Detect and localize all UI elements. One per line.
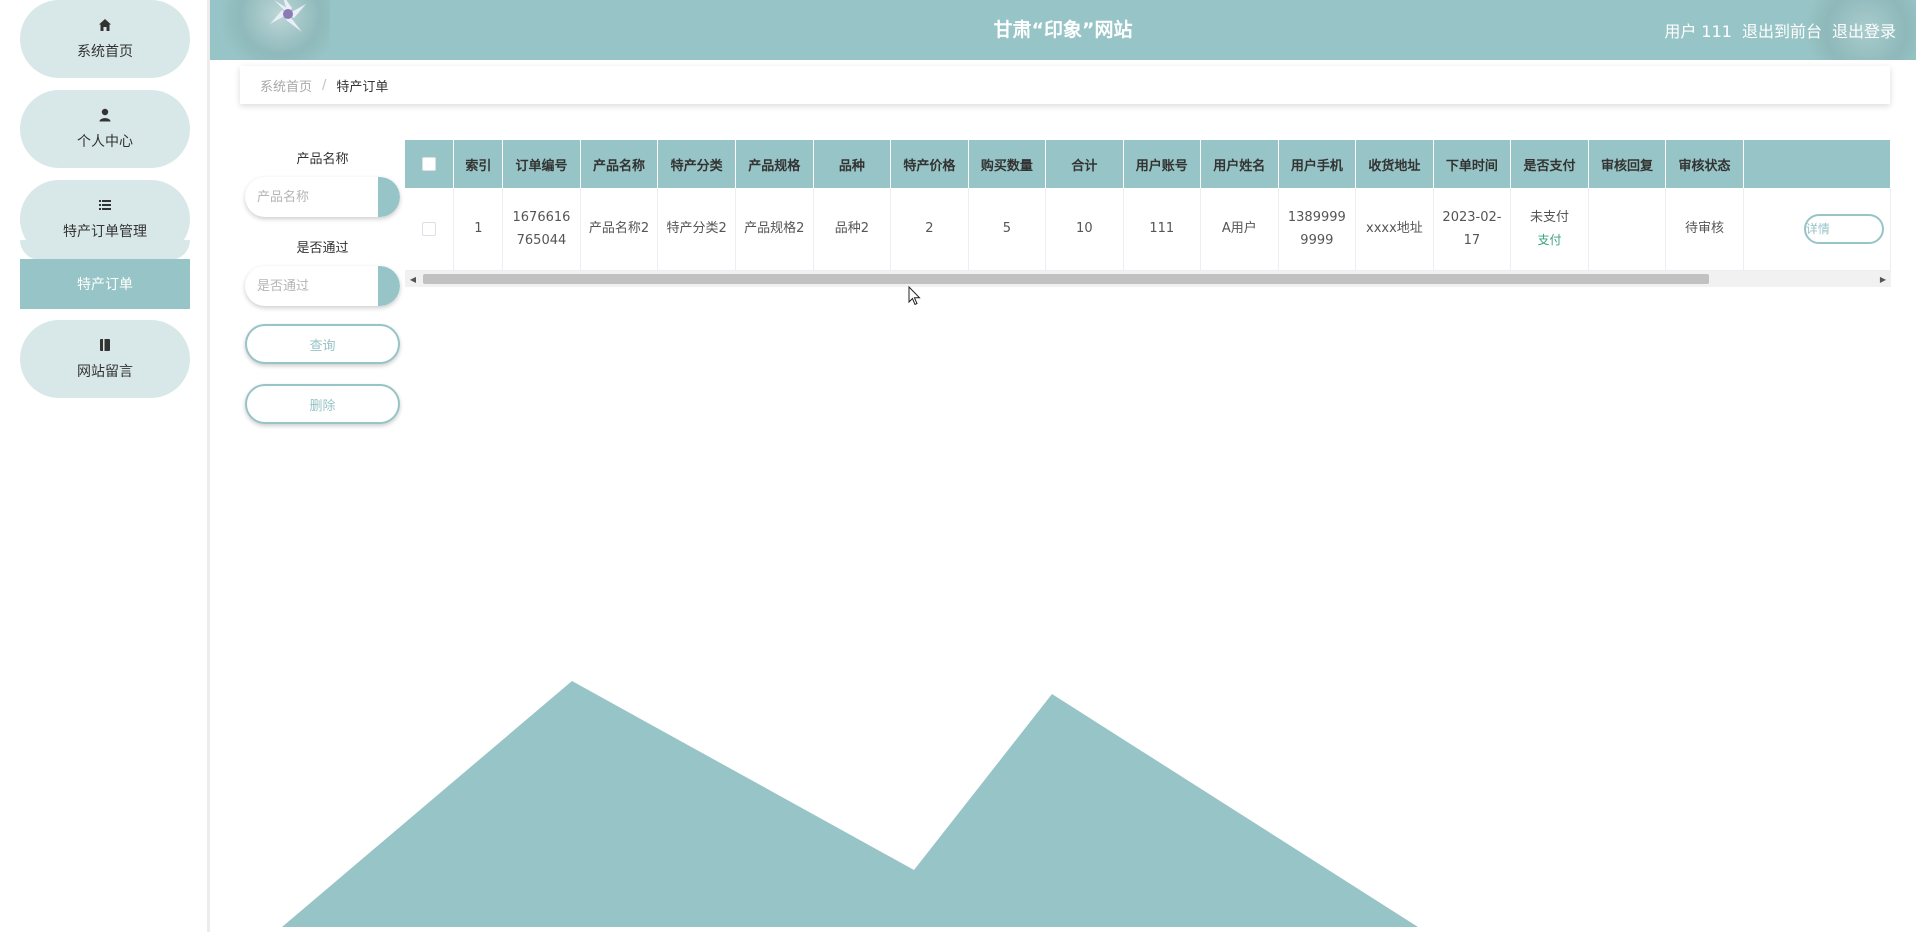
select-all-checkbox[interactable] [422,157,437,171]
column-header: 用户手机 [1278,140,1357,188]
sidebar-subitem-special-orders[interactable]: 特产订单 [20,259,190,309]
cell-review-status: 待审核 [1665,188,1744,271]
actions-header [1743,140,1891,188]
column-header: 订单编号 [502,140,581,188]
cell-total: 10 [1045,188,1124,271]
pass-status-field [245,266,400,306]
site-title: 甘肃“印象”网站 [993,19,1133,41]
sidebar-item-messages[interactable]: 网站留言 [20,320,190,398]
cell-account: 111 [1123,188,1202,271]
column-header: 产品规格 [735,140,814,188]
cell-variety: 品种2 [813,188,892,271]
sidebar-item-label: 系统首页 [77,44,133,60]
cell-phone: 13899999999 [1278,188,1357,271]
home-icon [97,17,113,33]
column-header: 索引 [453,140,504,188]
cell-price: 2 [890,188,969,271]
user-label: 用户 111 [1664,22,1732,41]
sidebar-item-order-management[interactable]: 特产订单管理 [20,180,190,258]
select-all-header [405,140,455,188]
scroll-left-arrow-icon[interactable]: ◀ [405,271,421,287]
cell-user-name: A用户 [1200,188,1279,271]
cell-product-name: 产品名称2 [580,188,659,271]
cell-category: 特产分类2 [657,188,736,271]
column-header: 审核回复 [1588,140,1667,188]
product-name-input[interactable] [245,177,375,217]
query-button[interactable]: 查询 [245,324,400,364]
input-accent-tail [378,177,400,217]
cell-order-time: 2023-02-17 [1433,188,1512,271]
cell-address: xxxx地址 [1355,188,1434,271]
top-header: 甘肃“印象”网站 用户 111 退出到前台 退出登录 [210,0,1916,60]
row-select-cell [405,188,455,271]
column-header: 下单时间 [1433,140,1512,188]
column-header: 购买数量 [968,140,1047,188]
cell-paid: 未支付 支付 [1510,188,1589,271]
mouse-cursor-icon [908,286,921,306]
column-header: 合计 [1045,140,1124,188]
scrollbar-thumb[interactable] [423,274,1709,284]
column-header: 用户姓名 [1200,140,1279,188]
column-header: 审核状态 [1665,140,1744,188]
breadcrumb-separator: / [322,77,327,93]
breadcrumb-current: 特产订单 [336,79,389,95]
product-name-field [245,177,400,217]
breadcrumb: 系统首页 / 特产订单 [240,66,1890,104]
table-header-row: 索引 订单编号 产品名称 特产分类 产品规格 品种 特产价格 购买数量 合计 用… [405,140,1891,188]
list-icon [97,197,113,213]
sidebar-item-label: 特产订单管理 [63,224,147,240]
search-panel: 产品名称 是否通过 查询 删除 [245,148,400,424]
user-icon [97,107,113,123]
pass-status-select[interactable] [245,266,375,306]
user-area: 用户 111 退出到前台 退出登录 [1664,0,1896,60]
column-header: 特产分类 [657,140,736,188]
breadcrumb-home-link[interactable]: 系统首页 [260,76,312,95]
back-to-front-link[interactable]: 退出到前台 [1742,18,1822,42]
paid-status: 未支付 [1529,209,1569,225]
product-name-label: 产品名称 [296,152,349,167]
delete-button[interactable]: 删除 [245,384,400,424]
book-icon [97,337,113,353]
orders-table-container: 索引 订单编号 产品名称 特产分类 产品规格 品种 特产价格 购买数量 合计 用… [405,140,1891,288]
row-checkbox[interactable] [422,221,437,236]
pay-link[interactable]: 支付 [1517,229,1582,252]
logout-link[interactable]: 退出登录 [1832,18,1896,42]
sidebar-item-label: 个人中心 [77,134,133,150]
cell-actions: 详情 [1743,188,1891,271]
detail-button[interactable]: 详情 [1803,213,1884,244]
cell-spec: 产品规格2 [735,188,814,271]
column-header: 用户账号 [1123,140,1202,188]
sidebar-item-profile[interactable]: 个人中心 [20,90,190,168]
scroll-right-arrow-icon[interactable]: ▶ [1875,271,1891,287]
cell-quantity: 5 [968,188,1047,271]
select-accent-tail [378,266,400,306]
cell-order-no: 1676616765044 [502,188,581,271]
column-header: 是否支付 [1510,140,1589,188]
sidebar-item-home[interactable]: 系统首页 [20,0,190,78]
column-header: 特产价格 [890,140,969,188]
cell-index: 1 [453,188,504,271]
sidebar: 系统首页 个人中心 特产订单管理 特产订单 网站留言 [0,0,210,932]
orders-table: 索引 订单编号 产品名称 特产分类 产品规格 品种 特产价格 购买数量 合计 用… [405,140,1891,271]
table-horizontal-scrollbar[interactable]: ◀ ▶ [405,271,1891,287]
pass-status-label: 是否通过 [296,241,349,256]
column-header: 品种 [813,140,892,188]
mountain-background-decoration [282,681,1418,927]
cell-review-reply [1588,188,1667,271]
column-header: 收货地址 [1355,140,1434,188]
column-header: 产品名称 [580,140,659,188]
table-row: 1 1676616765044 产品名称2 特产分类2 产品规格2 品种2 2 … [405,188,1891,271]
sidebar-item-label: 网站留言 [77,364,133,380]
